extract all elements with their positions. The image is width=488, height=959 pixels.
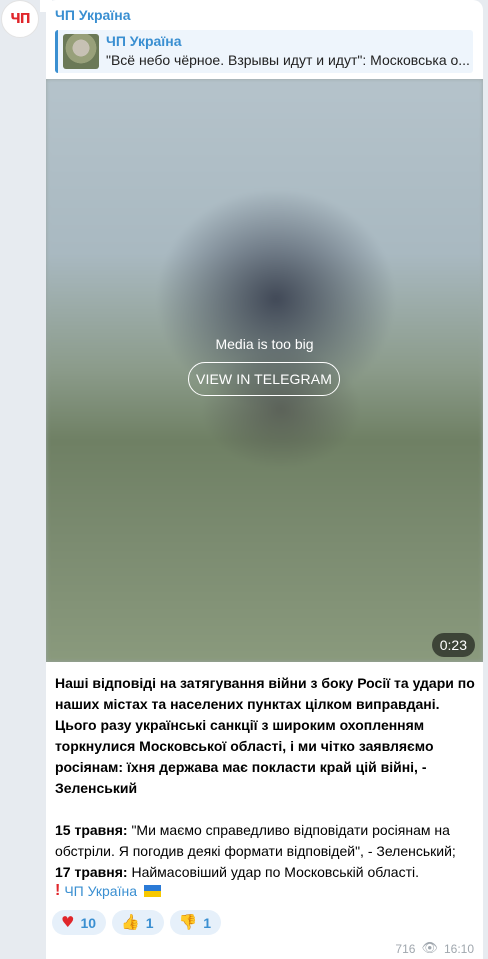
media-too-big-notice: Media is too big — [215, 336, 314, 352]
view-in-telegram-button[interactable]: VIEW IN TELEGRAM — [188, 362, 340, 396]
video-duration-badge: 0:23 — [431, 633, 475, 657]
channel-name-link[interactable]: ЧП Україна — [55, 7, 131, 23]
post-headline: Наші відповіді на затягування війни з бо… — [55, 675, 475, 796]
video-preview[interactable]: Media is too big VIEW IN TELEGRAM 0:23 — [46, 79, 483, 662]
signature-link[interactable]: ! ЧП Україна — [55, 882, 161, 900]
item2-text: Наймасовіший удар по Московській області… — [127, 864, 419, 880]
reply-thumbnail — [63, 34, 99, 69]
view-count: 716 — [395, 941, 416, 956]
post-text: Наші відповіді на затягування війни з бо… — [55, 673, 475, 883]
ukraine-flag-icon — [143, 885, 161, 897]
reactions-bar: ♥ 10 👍 1 👎 1 — [52, 910, 221, 935]
reply-title: ЧП Україна — [106, 33, 182, 49]
post-item-2: 17 травня: Наймасовіший удар по Московсь… — [55, 862, 475, 883]
reaction-count: 1 — [203, 914, 211, 931]
eye-icon: 👁 — [421, 941, 438, 956]
thumbs-up-icon: 👍 — [121, 913, 140, 931]
item1-date: 15 травня: — [55, 822, 128, 838]
reply-text: "Всё небо чёрное. Взрывы идут и идут": М… — [106, 52, 470, 68]
thumbs-down-icon: 👎 — [178, 913, 198, 931]
signature-text[interactable]: ЧП Україна — [64, 883, 137, 899]
message-time: 16:10 — [443, 941, 474, 956]
reply-preview[interactable]: ЧП Україна "Всё небо чёрное. Взрывы идут… — [55, 30, 473, 73]
item2-date: 17 травня: — [55, 864, 128, 880]
reaction-count: 10 — [80, 914, 97, 931]
message-meta: 716 👁 16:10 — [395, 941, 474, 956]
reaction-thumbs-up[interactable]: 👍 1 — [112, 910, 164, 935]
exclamation-icon: ! — [55, 882, 61, 899]
reaction-count: 1 — [145, 914, 154, 931]
channel-avatar[interactable]: ЧП — [1, 0, 39, 38]
post-item-1: 15 травня: "Ми маємо справедливо відпові… — [55, 820, 475, 862]
reaction-thumbs-down[interactable]: 👎 1 — [169, 910, 221, 935]
heart-icon: ♥ — [61, 913, 75, 931]
reaction-heart[interactable]: ♥ 10 — [52, 910, 107, 935]
message-bubble: ЧП Україна ЧП Україна "Всё небо чёрное. … — [40, 0, 483, 959]
